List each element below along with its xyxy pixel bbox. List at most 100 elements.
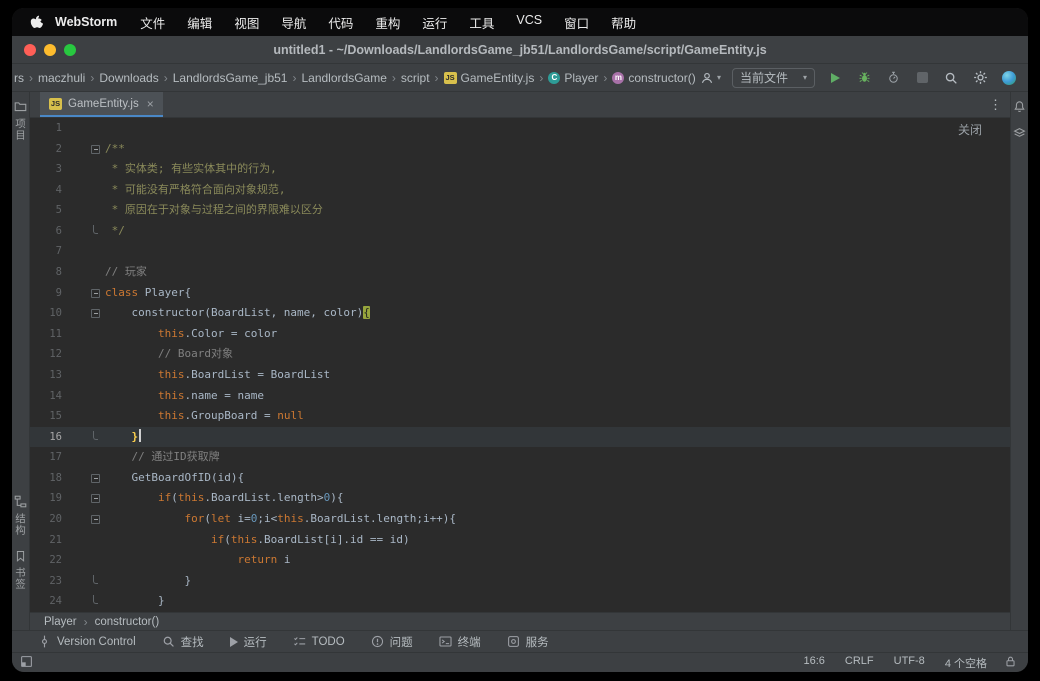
code-line[interactable]: 11 this.Color = color bbox=[30, 324, 1010, 345]
editor-breadcrumb[interactable]: constructor() bbox=[95, 616, 160, 628]
code-line[interactable]: 17 // 通过ID获取牌 bbox=[30, 447, 1010, 468]
fold-collapse-icon[interactable] bbox=[91, 474, 100, 483]
breadcrumb-item[interactable]: rs bbox=[14, 71, 24, 85]
code-line[interactable]: 2/** bbox=[30, 139, 1010, 160]
code-line[interactable]: 23 } bbox=[30, 571, 1010, 592]
fold-collapse-icon[interactable] bbox=[91, 145, 100, 154]
menubar-item[interactable]: 工具 bbox=[458, 13, 505, 32]
code-line[interactable]: 4 * 可能没有严格符合面向对象规范, bbox=[30, 180, 1010, 201]
breadcrumb-item[interactable]: LandlordsGame_jb51 bbox=[173, 71, 288, 85]
app-menu[interactable]: WebStorm bbox=[53, 15, 129, 29]
code-line[interactable]: 13 this.BoardList = BoardList bbox=[30, 365, 1010, 386]
left-toolwindow-stripe: 项目结构书签 bbox=[12, 92, 30, 630]
run-configuration-select[interactable]: 当前文件 ▾ bbox=[732, 68, 815, 88]
fold-collapse-icon[interactable] bbox=[91, 289, 100, 298]
toolwindow-bar-terminal-button[interactable]: 终端 bbox=[439, 634, 481, 650]
menubar-item[interactable]: 运行 bbox=[411, 13, 458, 32]
breadcrumb-item[interactable]: Downloads bbox=[99, 71, 158, 85]
code-line[interactable]: 9class Player{ bbox=[30, 283, 1010, 304]
line-separator[interactable]: CRLF bbox=[845, 655, 874, 671]
user-icon[interactable]: ▾ bbox=[700, 71, 721, 85]
code-line[interactable]: 10 constructor(BoardList, name, color){ bbox=[30, 303, 1010, 324]
toolwindow-bookmarks-button[interactable]: 书签 bbox=[13, 550, 28, 590]
settings-button[interactable] bbox=[971, 69, 989, 87]
toolwindow-structure-button[interactable]: 结构 bbox=[13, 495, 28, 536]
code-line[interactable]: 5 * 原因在于对象与过程之间的界限难以区分 bbox=[30, 200, 1010, 221]
code-line[interactable]: 12 // Board对象 bbox=[30, 344, 1010, 365]
toolwindow-label: 结构 bbox=[13, 513, 28, 536]
tab-options-kebab-icon[interactable]: ⋮ bbox=[981, 97, 1010, 113]
caret-position[interactable]: 16:6 bbox=[803, 655, 824, 671]
menubar-item[interactable]: 文件 bbox=[129, 13, 176, 32]
editor-breadcrumb[interactable]: Player bbox=[44, 616, 77, 628]
toolwindow-bar-search-button[interactable]: 查找 bbox=[162, 634, 204, 650]
terminal-icon bbox=[439, 635, 452, 648]
menubar-item[interactable]: VCS bbox=[505, 13, 553, 32]
close-hint-link[interactable]: 关闭 bbox=[958, 121, 982, 138]
bookmark-icon bbox=[15, 550, 26, 562]
zoom-button[interactable] bbox=[64, 44, 76, 56]
toolwindow-bar-problems-button[interactable]: 问题 bbox=[371, 634, 413, 650]
run-button[interactable] bbox=[826, 69, 844, 87]
toolwindow-notifications-button[interactable] bbox=[1013, 100, 1026, 113]
editor-tab-label: GameEntity.js bbox=[68, 98, 139, 110]
breadcrumb-item[interactable]: script bbox=[401, 71, 430, 85]
fold-collapse-icon[interactable] bbox=[91, 494, 100, 503]
file-encoding[interactable]: UTF-8 bbox=[894, 655, 925, 671]
code-line[interactable]: 22 return i bbox=[30, 550, 1010, 571]
stop-button[interactable] bbox=[913, 69, 931, 87]
code-line[interactable]: 3 * 实体类; 有些实体其中的行为, bbox=[30, 159, 1010, 180]
breadcrumb-label: LandlordsGame_jb51 bbox=[173, 71, 288, 85]
toolwindow-project-button[interactable]: 项目 bbox=[13, 100, 28, 141]
code-line[interactable]: 21 if(this.BoardList[i].id == id) bbox=[30, 530, 1010, 551]
menubar-item[interactable]: 代码 bbox=[317, 13, 364, 32]
breadcrumb-item[interactable]: LandlordsGame bbox=[301, 71, 386, 85]
toolwindow-bar-run-button[interactable]: 运行 bbox=[230, 634, 267, 650]
toolwindow-switcher-icon[interactable] bbox=[20, 655, 33, 671]
menubar-item[interactable]: 帮助 bbox=[600, 13, 647, 32]
editor-tab[interactable]: JS GameEntity.js × bbox=[40, 92, 163, 117]
code-line[interactable]: 15 this.GroupBoard = null bbox=[30, 406, 1010, 427]
toolwindow-bar-services-button[interactable]: 服务 bbox=[507, 634, 549, 650]
code-line[interactable]: 24 } bbox=[30, 591, 1010, 612]
code-line[interactable]: 14 this.name = name bbox=[30, 386, 1010, 407]
breadcrumb-item[interactable]: mconstructor() bbox=[612, 71, 695, 85]
fold-column bbox=[62, 591, 105, 612]
menubar-item[interactable]: 窗口 bbox=[553, 13, 600, 32]
code-line[interactable]: 7 bbox=[30, 241, 1010, 262]
menubar-item[interactable]: 编辑 bbox=[176, 13, 223, 32]
minimize-button[interactable] bbox=[44, 44, 56, 56]
breadcrumb-label: Player bbox=[564, 71, 598, 85]
profiler-button[interactable] bbox=[884, 69, 902, 87]
code-line[interactable]: 19 if(this.BoardList.length>0){ bbox=[30, 488, 1010, 509]
toolwindow-bar-todo-button[interactable]: TODO bbox=[293, 635, 345, 648]
code-line[interactable]: 16 } bbox=[30, 427, 1010, 448]
status-items: 16:6 CRLF UTF-8 4 个空格 bbox=[803, 655, 987, 671]
close-tab-icon[interactable]: × bbox=[147, 97, 154, 111]
close-button[interactable] bbox=[24, 44, 36, 56]
menubar-item[interactable]: 视图 bbox=[223, 13, 270, 32]
code-line[interactable]: 8// 玩家 bbox=[30, 262, 1010, 283]
fold-collapse-icon[interactable] bbox=[91, 309, 100, 318]
menubar-item[interactable]: 导航 bbox=[270, 13, 317, 32]
debug-button[interactable] bbox=[855, 69, 873, 87]
editor-column: JS GameEntity.js × ⋮ 12/**3 * 实体类; 有些实体其… bbox=[30, 92, 1010, 630]
code-line[interactable]: 1 bbox=[30, 118, 1010, 139]
code-with-me-button[interactable] bbox=[1000, 69, 1018, 87]
code-line[interactable]: 20 for(let i=0;i<this.BoardList.length;i… bbox=[30, 509, 1010, 530]
apple-menu-icon[interactable] bbox=[22, 15, 53, 30]
code-editor[interactable]: 12/**3 * 实体类; 有些实体其中的行为,4 * 可能没有严格符合面向对象… bbox=[30, 118, 1010, 612]
lock-icon[interactable] bbox=[1005, 655, 1016, 671]
toolwindow-layers-button[interactable] bbox=[1013, 127, 1026, 140]
menubar-item[interactable]: 重构 bbox=[364, 13, 411, 32]
fold-collapse-icon[interactable] bbox=[91, 515, 100, 524]
breadcrumb-item[interactable]: JSGameEntity.js bbox=[444, 71, 535, 85]
breadcrumb-item[interactable]: maczhuli bbox=[38, 71, 85, 85]
indent-info[interactable]: 4 个空格 bbox=[945, 655, 987, 671]
toolwindow-bar-vcs-button[interactable]: Version Control bbox=[38, 635, 136, 648]
search-everywhere-button[interactable] bbox=[942, 69, 960, 87]
code-line[interactable]: 6 */ bbox=[30, 221, 1010, 242]
breadcrumb-label: Downloads bbox=[99, 71, 158, 85]
breadcrumb-item[interactable]: CPlayer bbox=[548, 71, 598, 85]
code-line[interactable]: 18 GetBoardOfID(id){ bbox=[30, 468, 1010, 489]
